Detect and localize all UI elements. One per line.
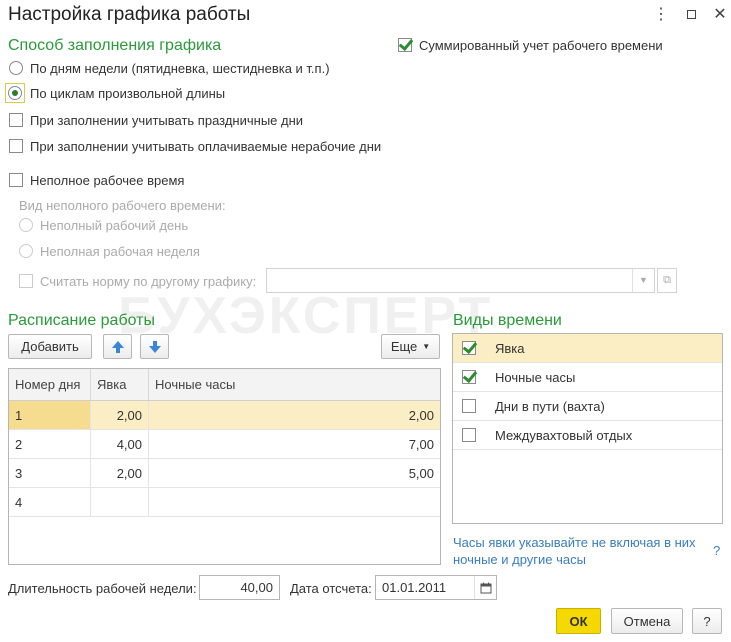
column-header-night[interactable]: Ночные часы: [149, 369, 440, 400]
radio-icon: [9, 61, 23, 75]
table-row[interactable]: 1 2,00 2,00: [9, 401, 440, 430]
radio-icon: [19, 218, 33, 232]
list-item[interactable]: Явка: [453, 334, 722, 363]
time-type-label: Явка: [495, 340, 525, 356]
more-button[interactable]: Еще ▼: [381, 334, 440, 359]
window-title: Настройка графика работы: [8, 4, 251, 25]
move-down-button[interactable]: [140, 334, 169, 359]
hint-help-icon[interactable]: ?: [713, 542, 720, 559]
add-button[interactable]: Добавить: [8, 334, 92, 359]
checkbox-icon[interactable]: [462, 399, 476, 413]
list-item[interactable]: Дни в пути (вахта): [453, 392, 722, 421]
cell-attendance[interactable]: 4,00: [91, 430, 149, 458]
checkbox-icon: [19, 274, 33, 288]
calendar-icon[interactable]: [474, 576, 496, 599]
norm-other-schedule-checkbox[interactable]: Считать норму по другому графику:: [19, 271, 256, 291]
part-time-kind-label: Вид неполного рабочего времени:: [19, 198, 226, 213]
table-row[interactable]: 4: [9, 488, 440, 517]
time-types-list[interactable]: Явка Ночные часы Дни в пути (вахта) Межд…: [452, 333, 723, 524]
checkbox-icon: [9, 139, 23, 153]
consider-holidays-checkbox[interactable]: При заполнении учитывать праздничные дни: [9, 110, 303, 130]
table-row[interactable]: 2 4,00 7,00: [9, 430, 440, 459]
ok-button[interactable]: ОК: [556, 608, 601, 634]
part-time-day-label: Неполный рабочий день: [40, 217, 189, 233]
checkbox-icon: [9, 113, 23, 127]
table-header: Номер дня Явка Ночные часы: [9, 369, 440, 401]
by-weekdays-radio[interactable]: По дням недели (пятидневка, шестидневка …: [9, 58, 330, 78]
help-button[interactable]: ?: [692, 608, 722, 634]
time-type-label: Дни в пути (вахта): [495, 398, 605, 414]
checkbox-checked-icon[interactable]: [462, 341, 476, 355]
cell-attendance[interactable]: [91, 488, 149, 516]
dropdown-arrow-icon[interactable]: ▼: [632, 269, 654, 292]
cell-day[interactable]: 4: [9, 488, 91, 516]
time-type-label: Междувахтовый отдых: [495, 427, 633, 443]
radio-icon: [19, 244, 33, 258]
consider-paid-nonworking-label: При заполнении учитывать оплачиваемые не…: [30, 138, 382, 154]
schedule-title: Расписание работы: [8, 312, 155, 329]
cancel-button[interactable]: Отмена: [611, 608, 683, 634]
checkbox-checked-icon: [398, 38, 412, 52]
time-types-hint: Часы явки указывайте не включая в них но…: [453, 535, 696, 567]
cell-attendance[interactable]: 2,00: [91, 401, 149, 429]
by-cycles-radio[interactable]: По циклам произвольной длины: [5, 83, 226, 103]
checkbox-icon: [9, 173, 23, 187]
more-menu-icon[interactable]: ⋮: [651, 5, 671, 25]
close-icon[interactable]: ✕: [710, 5, 730, 25]
list-item[interactable]: Междувахтовый отдых: [453, 421, 722, 450]
summarized-accounting-label: Суммированный учет рабочего времени: [419, 37, 663, 53]
summarized-accounting-checkbox[interactable]: Суммированный учет рабочего времени: [398, 35, 663, 55]
move-up-button[interactable]: [103, 334, 132, 359]
other-schedule-select[interactable]: ▼: [266, 268, 655, 293]
week-length-label: Длительность рабочей недели:: [8, 581, 197, 596]
start-date-input[interactable]: 01.01.2011: [375, 575, 497, 600]
chevron-down-icon: ▼: [422, 342, 431, 351]
part-time-label: Неполное рабочее время: [30, 172, 185, 188]
cell-attendance[interactable]: 2,00: [91, 459, 149, 487]
consider-holidays-label: При заполнении учитывать праздничные дни: [30, 112, 304, 128]
time-types-title: Виды времени: [453, 312, 562, 329]
arrow-up-icon: [111, 340, 124, 353]
column-header-attendance[interactable]: Явка: [91, 369, 149, 400]
checkbox-icon[interactable]: [462, 428, 476, 442]
consider-paid-nonworking-checkbox[interactable]: При заполнении учитывать оплачиваемые не…: [9, 136, 381, 156]
cell-day[interactable]: 3: [9, 459, 91, 487]
cell-night[interactable]: [149, 488, 440, 516]
cell-night[interactable]: 2,00: [149, 401, 440, 429]
checkbox-checked-icon[interactable]: [462, 370, 476, 384]
more-button-label: Еще: [390, 339, 418, 354]
cell-day[interactable]: 1: [9, 401, 91, 429]
arrow-down-icon: [148, 340, 161, 353]
norm-other-schedule-label: Считать норму по другому графику:: [40, 273, 257, 289]
cell-night[interactable]: 5,00: [149, 459, 440, 487]
part-time-week-radio[interactable]: Неполная рабочая неделя: [19, 241, 200, 261]
part-time-week-label: Неполная рабочая неделя: [40, 243, 200, 259]
table-row[interactable]: 3 2,00 5,00: [9, 459, 440, 488]
open-schedule-icon[interactable]: ⧉: [657, 268, 677, 293]
time-type-label: Ночные часы: [495, 369, 576, 385]
schedule-table[interactable]: Номер дня Явка Ночные часы 1 2,00 2,00 2…: [8, 368, 441, 565]
maximize-icon[interactable]: [681, 5, 701, 25]
cell-night[interactable]: 7,00: [149, 430, 440, 458]
start-date-label: Дата отсчета:: [290, 581, 372, 596]
week-length-input[interactable]: 40,00: [199, 575, 280, 600]
fill-method-title: Способ заполнения графика: [8, 37, 222, 54]
by-weekdays-label: По дням недели (пятидневка, шестидневка …: [30, 60, 330, 76]
list-item[interactable]: Ночные часы: [453, 363, 722, 392]
radio-focus-frame: [5, 83, 25, 103]
part-time-day-radio[interactable]: Неполный рабочий день: [19, 215, 188, 235]
start-date-value: 01.01.2011: [382, 580, 447, 595]
by-cycles-label: По циклам произвольной длины: [30, 85, 226, 101]
radio-selected-icon: [8, 86, 22, 100]
part-time-checkbox[interactable]: Неполное рабочее время: [9, 170, 184, 190]
cell-day[interactable]: 2: [9, 430, 91, 458]
column-header-day[interactable]: Номер дня: [9, 369, 91, 400]
